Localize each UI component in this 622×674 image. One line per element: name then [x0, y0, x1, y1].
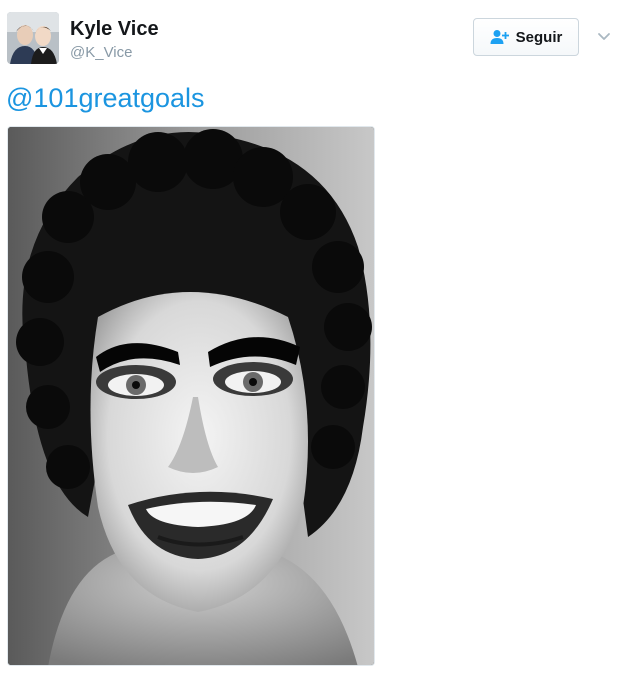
avatar-image — [7, 12, 59, 64]
tweet: Kyle Vice @K_Vice Seguir @101greatgoals — [0, 0, 622, 674]
portrait-image — [8, 127, 374, 665]
tweet-photo[interactable] — [7, 126, 375, 666]
user-name[interactable]: Kyle Vice — [70, 18, 159, 40]
avatar[interactable] — [7, 12, 59, 64]
add-user-icon — [490, 29, 510, 45]
user-handle[interactable]: @K_Vice — [70, 44, 132, 61]
chevron-down-icon[interactable] — [596, 30, 612, 42]
tweet-text-mention[interactable]: @101greatgoals — [6, 82, 205, 114]
follow-button[interactable]: Seguir — [473, 18, 579, 56]
follow-button-label: Seguir — [515, 28, 563, 46]
